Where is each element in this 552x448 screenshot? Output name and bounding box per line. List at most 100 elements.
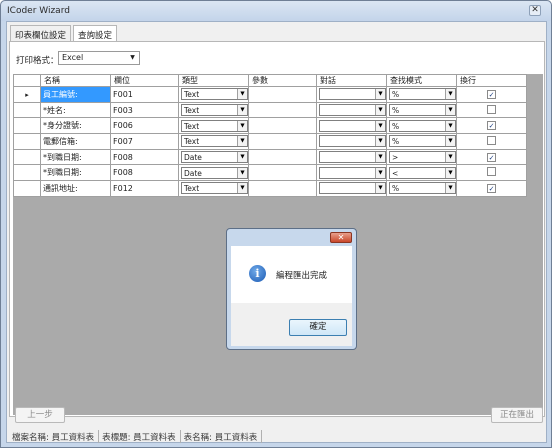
cell-type[interactable]: Date ▼ (178, 148, 249, 166)
dialog-combo[interactable]: ▼ (319, 135, 386, 148)
dialog-close-button[interactable]: ✕ (330, 232, 352, 243)
cell-param[interactable] (248, 148, 317, 166)
row-header[interactable] (13, 180, 41, 197)
type-combo[interactable]: Text ▼ (181, 119, 248, 132)
table-row[interactable]: *身分證號: F006 Text ▼ ▼% ▼ ✓ (13, 117, 527, 135)
col-header-mode[interactable]: 查找模式 (386, 74, 457, 87)
print-format-select[interactable]: Excel ▼ (58, 51, 140, 65)
chevron-down-icon[interactable]: ▼ (445, 152, 455, 163)
wrap-checkbox[interactable]: ✓ (487, 121, 496, 131)
type-combo[interactable]: Text ▼ (181, 88, 248, 101)
col-header-wrap[interactable]: 換行 (456, 74, 527, 87)
row-header[interactable]: ▸ (13, 86, 41, 103)
cell-wrap[interactable]: ✓ (456, 180, 527, 197)
table-row[interactable]: 通訊地址: F012 Text ▼ ▼ % ▼ ✓ (13, 180, 527, 197)
cell-dialog[interactable]: ▼ (316, 101, 387, 119)
chevron-down-icon[interactable]: ▼ (445, 105, 455, 116)
tab-print-fields[interactable]: 印表欄位設定 (10, 25, 72, 42)
cell-dialog[interactable]: ▼ (316, 180, 387, 197)
cell-param[interactable] (248, 164, 317, 182)
cell-name[interactable]: 通訊地址: (40, 180, 111, 197)
previous-button[interactable]: 上一步 (15, 407, 65, 423)
cell-wrap[interactable]: ✓ (456, 86, 527, 103)
cell-mode[interactable]: % ▼ (386, 117, 457, 135)
wrap-checkbox[interactable]: ✓ (487, 152, 496, 162)
dialog-combo[interactable]: ▼ (319, 88, 386, 101)
cell-name[interactable]: 員工編號: (40, 86, 111, 103)
wrap-checkbox[interactable] (487, 167, 496, 177)
cell-field[interactable]: F001 (110, 86, 179, 103)
col-header-name[interactable]: 名稱 (40, 74, 111, 87)
chevron-down-icon[interactable]: ▼ (375, 152, 385, 163)
cell-wrap[interactable] (456, 164, 527, 182)
cell-param[interactable] (248, 86, 317, 103)
wrap-checkbox[interactable] (487, 135, 496, 145)
cell-field[interactable]: F008 (110, 164, 179, 182)
table-row[interactable]: ▸ 員工編號: F001 Text ▼ ▼% ▼ ✓ (13, 86, 527, 103)
chevron-down-icon[interactable]: ▼ (445, 136, 455, 147)
dialog-combo[interactable]: ▼ (319, 182, 386, 195)
chevron-down-icon[interactable]: ▼ (375, 89, 385, 100)
row-header[interactable] (13, 133, 41, 150)
cell-dialog[interactable]: ▼ (316, 133, 387, 150)
mode-combo[interactable]: % ▼ (389, 88, 456, 101)
wrap-checkbox[interactable]: ✓ (487, 183, 496, 193)
cell-dialog[interactable]: ▼ (316, 164, 387, 182)
chevron-down-icon[interactable]: ▼ (445, 120, 455, 131)
chevron-down-icon[interactable]: ▼ (237, 136, 247, 147)
col-header-dialog[interactable]: 對話 (316, 74, 387, 87)
col-header-type[interactable]: 類型 (178, 74, 249, 87)
cell-wrap[interactable]: ✓ (456, 117, 527, 135)
type-combo[interactable]: Text ▼ (181, 104, 248, 117)
cell-type[interactable]: Text ▼ (178, 117, 249, 135)
cell-wrap[interactable] (456, 133, 527, 150)
cell-mode[interactable]: > ▼ (386, 148, 457, 166)
cell-name[interactable]: *到職日期: (40, 148, 111, 166)
cell-field[interactable]: F012 (110, 180, 179, 197)
type-combo[interactable]: Date ▼ (181, 151, 248, 164)
row-header[interactable] (13, 148, 41, 166)
mode-combo[interactable]: % ▼ (389, 182, 456, 195)
exporting-button[interactable]: 正在匯出 (491, 407, 543, 423)
wrap-checkbox[interactable]: ✓ (487, 89, 496, 99)
cell-mode[interactable]: < ▼ (386, 164, 457, 182)
cell-name[interactable]: *身分證號: (40, 117, 111, 135)
cell-dialog[interactable]: ▼ (316, 86, 387, 103)
col-header-field[interactable]: 欄位 (110, 74, 179, 87)
table-row[interactable]: *姓名: F003 Text ▼ ▼% ▼ (13, 101, 527, 119)
table-row[interactable]: 電郵信箱: F007 Text ▼ ▼% ▼ (13, 133, 527, 150)
chevron-down-icon[interactable]: ▼ (237, 152, 247, 163)
cell-field[interactable]: F006 (110, 117, 179, 135)
chevron-down-icon[interactable]: ▼ (237, 89, 247, 100)
mode-combo[interactable]: > ▼ (389, 151, 456, 164)
cell-type[interactable]: Text ▼ (178, 133, 249, 150)
cell-param[interactable] (248, 101, 317, 119)
wrap-checkbox[interactable] (487, 104, 496, 114)
cell-mode[interactable]: % ▼ (386, 101, 457, 119)
mode-combo[interactable]: % ▼ (389, 104, 456, 117)
dialog-combo[interactable]: ▼ (319, 166, 386, 179)
cell-param[interactable] (248, 180, 317, 197)
cell-type[interactable]: Text ▼ (178, 180, 249, 197)
chevron-down-icon[interactable]: ▼ (237, 105, 247, 116)
cell-mode[interactable]: % ▼ (386, 180, 457, 197)
cell-mode[interactable]: % ▼ (386, 133, 457, 150)
cell-mode[interactable]: % ▼ (386, 86, 457, 103)
chevron-down-icon[interactable]: ▼ (375, 167, 385, 178)
window-close-button[interactable]: ✕ (529, 5, 541, 16)
chevron-down-icon[interactable]: ▼ (375, 120, 385, 131)
ok-button[interactable]: 確定 (289, 319, 347, 336)
row-header[interactable] (13, 164, 41, 182)
cell-field[interactable]: F003 (110, 101, 179, 119)
col-header-param[interactable]: 參數 (248, 74, 317, 87)
mode-combo[interactable]: < ▼ (389, 166, 456, 179)
cell-wrap[interactable] (456, 101, 527, 119)
cell-name[interactable]: 電郵信箱: (40, 133, 111, 150)
cell-name[interactable]: *到職日期: (40, 164, 111, 182)
chevron-down-icon[interactable]: ▼ (375, 136, 385, 147)
chevron-down-icon[interactable]: ▼ (375, 183, 385, 194)
row-header[interactable] (13, 101, 41, 119)
cell-dialog[interactable]: ▼ (316, 117, 387, 135)
type-combo[interactable]: Text ▼ (181, 182, 248, 195)
cell-type[interactable]: Text ▼ (178, 101, 249, 119)
